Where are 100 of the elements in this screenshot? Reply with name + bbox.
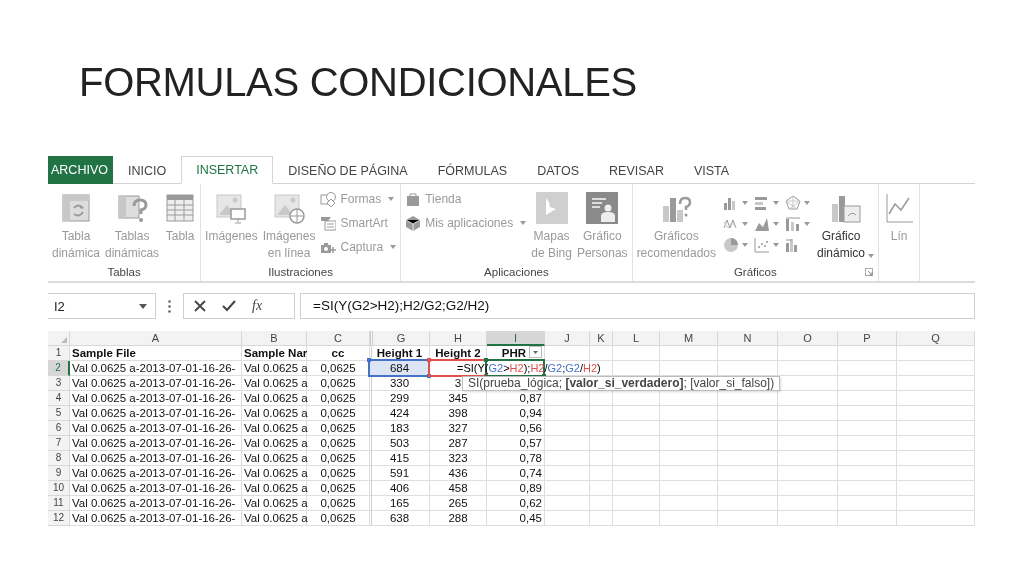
column-header[interactable]: A: [70, 331, 242, 346]
table-cell-text: 424: [388, 406, 411, 420]
chart-type-button[interactable]: [754, 236, 779, 254]
table-cell-text: Val 0.0625 a: [243, 406, 306, 420]
table-icon: [164, 192, 197, 224]
ribbon-tab[interactable]: DISEÑO DE PÁGINA: [273, 157, 423, 184]
cancel-icon[interactable]: [194, 300, 206, 312]
table-cell-text: 0,87: [518, 391, 543, 405]
check-icon[interactable]: [222, 300, 236, 312]
column-header[interactable]: J: [545, 331, 590, 346]
ribbon-tab[interactable]: VISTA: [678, 157, 745, 184]
pivot-table-icon: [60, 192, 92, 224]
table-cell-text: Val 0.0625 a-2013-07-01-16-26-: [71, 436, 237, 450]
chart-type-button[interactable]: [785, 215, 810, 233]
table-cell-text: 0,0625: [319, 466, 357, 480]
function-tooltip: SI(prueba_lógica; [valor_si_verdadero]; [valor_si_falso]): [462, 376, 781, 391]
column-header[interactable]: H: [430, 331, 487, 346]
table-cell-text: Sample File: [71, 346, 137, 360]
table-cell-text: Val 0.0625 a-2013-07-01-16-26-: [71, 361, 237, 375]
table-cell-text: Val 0.0625 a-2013-07-01-16-26-: [71, 451, 237, 465]
stock-chart-icon: [785, 216, 801, 232]
table-cell-text: 638: [388, 511, 411, 525]
table-cell-text: Val 0.0625 a: [243, 436, 306, 450]
table-cell-text: 0,0625: [319, 511, 357, 525]
table-cell-text: Val 0.0625 a: [243, 376, 306, 390]
table-cell-text: 330: [388, 376, 411, 390]
chart-type-button[interactable]: [785, 194, 810, 212]
column-header[interactable]: L: [613, 331, 660, 346]
formula-input[interactable]: =SI(Y(G2>H2);H2/G2;G2/H2): [300, 293, 975, 319]
column-header[interactable]: K: [590, 331, 613, 346]
table-cell-text: Val 0.0625 a: [243, 496, 306, 510]
column-header[interactable]: Q: [897, 331, 975, 346]
shapes-icon: [320, 190, 337, 207]
dialog-launcher-icon[interactable]: [865, 268, 874, 276]
table-cell-text: Height 1: [375, 346, 424, 360]
row-header[interactable]: 4: [48, 391, 70, 406]
row-header[interactable]: 11: [48, 496, 70, 511]
group-label: Aplicaciones: [484, 265, 549, 280]
ribbon-tab[interactable]: FÓRMULAS: [422, 157, 523, 184]
image-monitor-icon: [215, 192, 248, 224]
row-header[interactable]: 12: [48, 511, 70, 526]
table-cell-text: Sample Nar: [243, 346, 306, 360]
chart-type-button[interactable]: [723, 236, 748, 254]
column-header[interactable]: G: [370, 331, 430, 346]
column-header[interactable]: C: [307, 331, 370, 346]
column-header[interactable]: M: [660, 331, 718, 346]
chart-type-button[interactable]: [754, 194, 779, 212]
column-header[interactable]: B: [242, 331, 307, 346]
row-header[interactable]: 5: [48, 406, 70, 421]
filter-dropdown-icon[interactable]: [529, 346, 542, 358]
ribbon-button[interactable]: Gráfico dinámico: [815, 188, 877, 264]
row-header[interactable]: 2: [48, 361, 70, 376]
table-cell-text: 0,94: [518, 406, 543, 420]
table-cell-text: 0,78: [518, 451, 543, 465]
group-label: Gráficos: [733, 265, 777, 280]
table-cell-text: 0,89: [518, 481, 543, 495]
table-cell-text: 0,45: [518, 511, 543, 525]
table-cell-text: Val 0.0625 a-2013-07-01-16-26-: [71, 391, 237, 405]
play-logo-icon: [535, 192, 568, 224]
row-header[interactable]: 3: [48, 376, 70, 391]
column-header[interactable]: N: [718, 331, 778, 346]
row-header[interactable]: 8: [48, 451, 70, 466]
table-cell-text: cc: [330, 346, 346, 360]
caret-icon: [139, 303, 147, 309]
group-label: Tablas: [107, 265, 141, 280]
table-cell-text: Val 0.0625 a: [243, 361, 306, 375]
row-header[interactable]: 10: [48, 481, 70, 496]
bar-chart-icon: [754, 195, 770, 211]
column-header[interactable]: P: [838, 331, 897, 346]
ribbon-tab[interactable]: ARCHIVO: [48, 156, 113, 184]
table-cell-text: 436: [447, 466, 469, 480]
ribbon-tab[interactable]: REVISAR: [594, 157, 679, 184]
table-cell: 684: [370, 361, 429, 375]
table-cell-text: 0,0625: [319, 376, 357, 390]
table-cell-text: 0,0625: [319, 481, 357, 495]
row-header[interactable]: 1: [48, 346, 70, 361]
column-header[interactable]: I: [487, 331, 545, 346]
row-header[interactable]: 9: [48, 466, 70, 481]
select-all-icon[interactable]: [61, 337, 67, 343]
table-cell-text: 0,0625: [319, 391, 357, 405]
table-cell-text: 458: [447, 481, 469, 495]
table-cell-text: 265: [447, 496, 469, 510]
table-cell-text: 165: [388, 496, 411, 510]
name-box[interactable]: I2: [48, 293, 156, 319]
table-cell-text: Val 0.0625 a-2013-07-01-16-26-: [71, 376, 237, 390]
more-options-icon[interactable]: [168, 299, 171, 313]
column-header[interactable]: O: [778, 331, 838, 346]
row-header[interactable]: 7: [48, 436, 70, 451]
ribbon-tab[interactable]: DATOS: [522, 157, 595, 184]
ribbon-tab[interactable]: INICIO: [112, 157, 182, 184]
table-cell-text: Val 0.0625 a: [243, 511, 306, 525]
pie-chart-icon: [723, 237, 739, 253]
table-cell-text: 0,57: [518, 436, 543, 450]
group-label: Ilustraciones: [268, 265, 333, 280]
ribbon-tab[interactable]: INSERTAR: [181, 156, 274, 184]
insert-function-button[interactable]: fx: [252, 298, 263, 314]
row-header[interactable]: 6: [48, 421, 70, 436]
table-cell-text: Val 0.0625 a-2013-07-01-16-26-: [71, 511, 237, 525]
table-cell-text: 415: [388, 451, 411, 465]
table-cell-text: Val 0.0625 a: [243, 481, 306, 495]
